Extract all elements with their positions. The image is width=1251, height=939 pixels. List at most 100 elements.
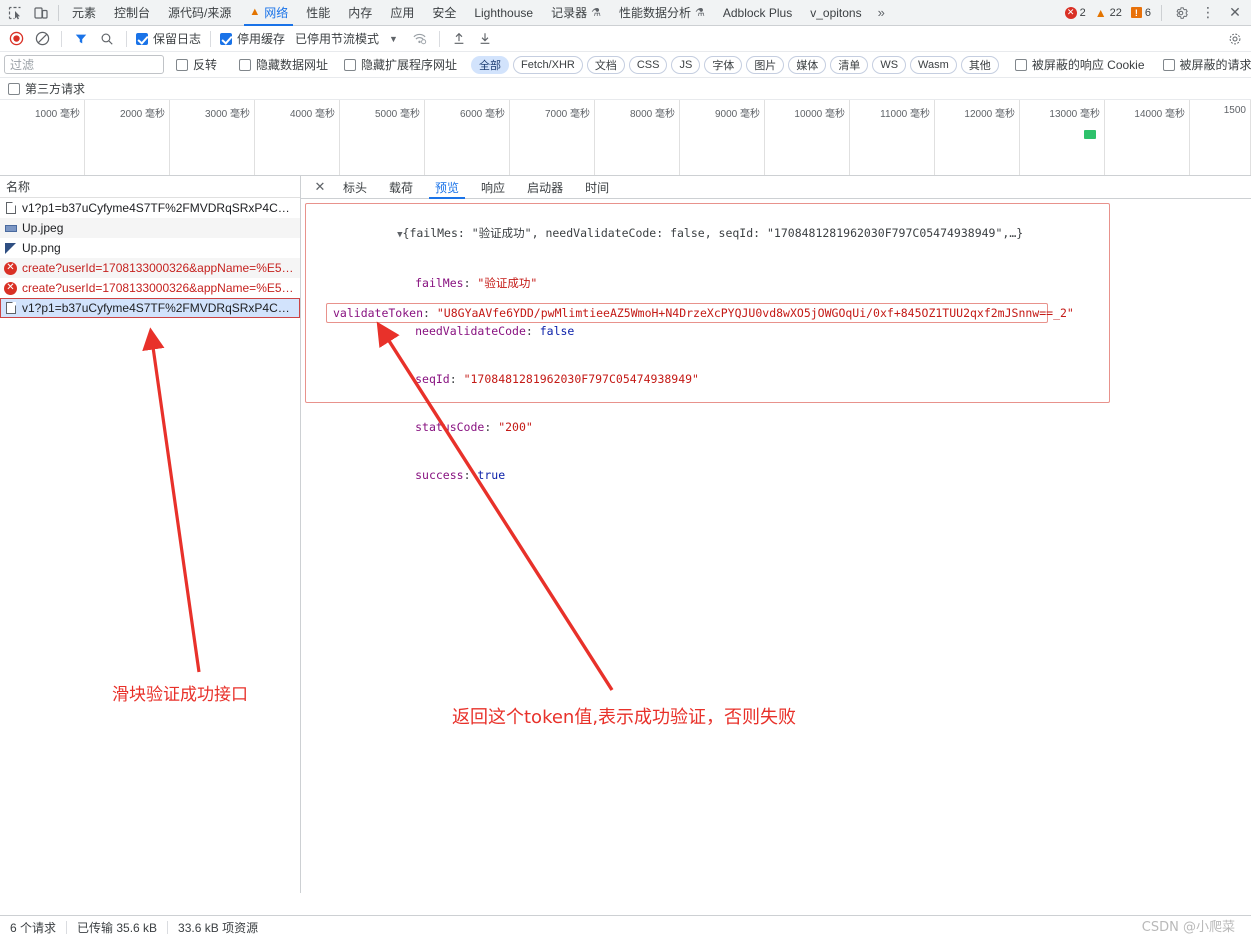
type-chip-wasm[interactable]: Wasm	[910, 55, 957, 74]
tab-sources[interactable]: 源代码/来源	[159, 0, 240, 26]
request-row-1[interactable]: Up.jpeg	[0, 218, 300, 238]
toolbar-divider	[210, 30, 212, 47]
invert-checkbox[interactable]: 反转	[174, 56, 219, 73]
request-list-header[interactable]: 名称	[0, 176, 300, 198]
hide-data-urls-checkbox[interactable]: 隐藏数据网址	[237, 56, 330, 73]
request-row-4[interactable]: ✕ create?userId=1708133000326&appName=%E…	[0, 278, 300, 298]
detail-tab-timing[interactable]: 时间	[575, 176, 619, 199]
network-settings-gear-icon[interactable]	[1223, 28, 1247, 50]
timeline-tick: 2000 毫秒	[85, 100, 170, 175]
detail-tab-response[interactable]: 响应	[471, 176, 515, 199]
type-chip-all[interactable]: 全部	[471, 55, 510, 74]
document-icon	[4, 202, 17, 215]
type-chip-ws[interactable]: WS	[872, 55, 907, 74]
request-row-2[interactable]: Up.png	[0, 238, 300, 258]
warning-count: 22	[1109, 6, 1122, 19]
checkbox-box	[1014, 58, 1027, 71]
tab-label: 源代码/来源	[168, 6, 232, 20]
toolbar-divider	[61, 30, 62, 47]
type-chip-fetch-xhr[interactable]: Fetch/XHR	[513, 55, 583, 74]
request-row-5[interactable]: v1?p1=b37uCyfyme4S7TF%2FMVDRqSRxP4CB2Bj…	[0, 298, 300, 318]
type-chip-other[interactable]: 其他	[960, 55, 999, 74]
tab-label: 应用	[390, 6, 415, 20]
hide-extension-urls-checkbox[interactable]: 隐藏扩展程序网址	[342, 56, 459, 73]
tab-adblock-plus[interactable]: Adblock Plus	[714, 0, 801, 26]
chevron-down-icon[interactable]: ▼	[381, 34, 406, 44]
record-button[interactable]	[4, 28, 28, 50]
search-icon[interactable]	[95, 28, 119, 50]
toolbar-divider	[126, 30, 127, 47]
device-toggle-icon[interactable]	[28, 1, 54, 25]
detail-tab-headers[interactable]: 标头	[333, 176, 377, 199]
detail-tab-initiator[interactable]: 启动器	[517, 176, 573, 199]
tab-memory[interactable]: 内存	[339, 0, 381, 26]
kebab-menu-icon[interactable]: ⋮	[1196, 1, 1220, 25]
request-list-panel: 名称 v1?p1=b37uCyfyme4S7TF%2FMVDRqSRxP4CB2…	[0, 176, 301, 893]
json-root-line[interactable]: ▼{failMes: "验证成功", needValidateCode: fal…	[314, 209, 1101, 259]
tab-elements[interactable]: 元素	[63, 0, 105, 26]
tabbar-divider	[58, 4, 59, 21]
throttle-select[interactable]: 已停用节流模式	[289, 30, 379, 47]
network-overview-timeline[interactable]: 1000 毫秒 2000 毫秒 3000 毫秒 4000 毫秒 5000 毫秒 …	[0, 100, 1251, 176]
timeline-tick: 5000 毫秒	[340, 100, 425, 175]
tab-lighthouse[interactable]: Lighthouse	[465, 0, 542, 26]
tab-console[interactable]: 控制台	[105, 0, 159, 26]
tick-label: 10000 毫秒	[794, 109, 845, 120]
gear-icon[interactable]	[1169, 1, 1193, 25]
json-key: validateToken	[333, 306, 424, 320]
error-icon: ✕	[1064, 6, 1077, 19]
tick-label: 8000 毫秒	[629, 109, 675, 120]
json-root-summary: {failMes: "验证成功", needValidateCode: fals…	[402, 226, 1024, 240]
blocked-cookies-checkbox[interactable]: 被屏蔽的响应 Cookie	[1013, 56, 1147, 73]
type-chip-font[interactable]: 字体	[704, 55, 743, 74]
type-chip-media[interactable]: 媒体	[788, 55, 827, 74]
detail-tab-preview[interactable]: 预览	[425, 176, 469, 199]
tick-label: 4000 毫秒	[289, 109, 335, 120]
timeline-tick: 14000 毫秒	[1105, 100, 1190, 175]
tab-security[interactable]: 安全	[423, 0, 465, 26]
json-key: success	[415, 468, 464, 482]
type-chip-js[interactable]: JS	[671, 55, 701, 74]
blocked-requests-checkbox[interactable]: 被屏蔽的请求	[1161, 56, 1251, 73]
third-party-checkbox[interactable]: 第三方请求	[6, 80, 87, 97]
request-row-3[interactable]: ✕ create?userId=1708133000326&appName=%E…	[0, 258, 300, 278]
type-chip-doc[interactable]: 文档	[586, 55, 625, 74]
clear-button[interactable]	[30, 28, 54, 50]
detail-tab-payload[interactable]: 载荷	[379, 176, 423, 199]
preserve-log-checkbox[interactable]: 保留日志	[134, 30, 203, 47]
filter-icon[interactable]	[69, 28, 93, 50]
type-chip-img[interactable]: 图片	[746, 55, 785, 74]
counters-divider	[1161, 4, 1162, 21]
tab-recorder[interactable]: 记录器 ⚗	[542, 0, 610, 26]
network-conditions-icon[interactable]	[408, 28, 432, 50]
hide-data-urls-label: 隐藏数据网址	[256, 58, 329, 72]
tab-v-options[interactable]: v_opitons	[801, 0, 870, 26]
inspect-icon[interactable]	[2, 1, 28, 25]
tick-label: 6000 毫秒	[459, 109, 505, 120]
issues-counter[interactable]: ! 6	[1128, 7, 1154, 19]
tab-application[interactable]: 应用	[381, 0, 423, 26]
tab-performance-insights[interactable]: 性能数据分析 ⚗	[610, 0, 714, 26]
close-icon[interactable]: ✕	[1223, 1, 1247, 25]
disable-cache-checkbox[interactable]: 停用缓存	[218, 30, 287, 47]
tab-label: 内存	[348, 6, 373, 20]
third-party-label: 第三方请求	[25, 82, 86, 96]
type-chip-manifest[interactable]: 清单	[830, 55, 869, 74]
json-field-failMes: failMes: "验证成功"	[415, 276, 538, 290]
request-name: v1?p1=b37uCyfyme4S7TF%2FMVDRqSRxP4CB2Bj…	[22, 301, 296, 315]
watermark: CSDN @小爬菜	[1141, 920, 1235, 935]
preview-pane: ▼{failMes: "验证成功", needValidateCode: fal…	[301, 199, 1251, 893]
export-har-icon[interactable]	[473, 28, 497, 50]
tab-label: 网络	[264, 6, 289, 20]
error-counter[interactable]: ✕ 2	[1062, 6, 1089, 19]
warning-counter[interactable]: ▲ 22	[1092, 7, 1125, 19]
close-icon[interactable]: ✕	[309, 176, 331, 198]
import-har-icon[interactable]	[447, 28, 471, 50]
request-row-0[interactable]: v1?p1=b37uCyfyme4S7TF%2FMVDRqSRxP4CB2Bj…	[0, 198, 300, 218]
tab-performance[interactable]: 性能	[297, 0, 339, 26]
tab-network[interactable]: ▲ 网络	[240, 0, 297, 26]
type-chip-css[interactable]: CSS	[628, 55, 668, 74]
more-tabs-button[interactable]: »	[871, 5, 892, 20]
filter-input[interactable]	[4, 55, 164, 74]
json-value: true	[477, 468, 506, 482]
